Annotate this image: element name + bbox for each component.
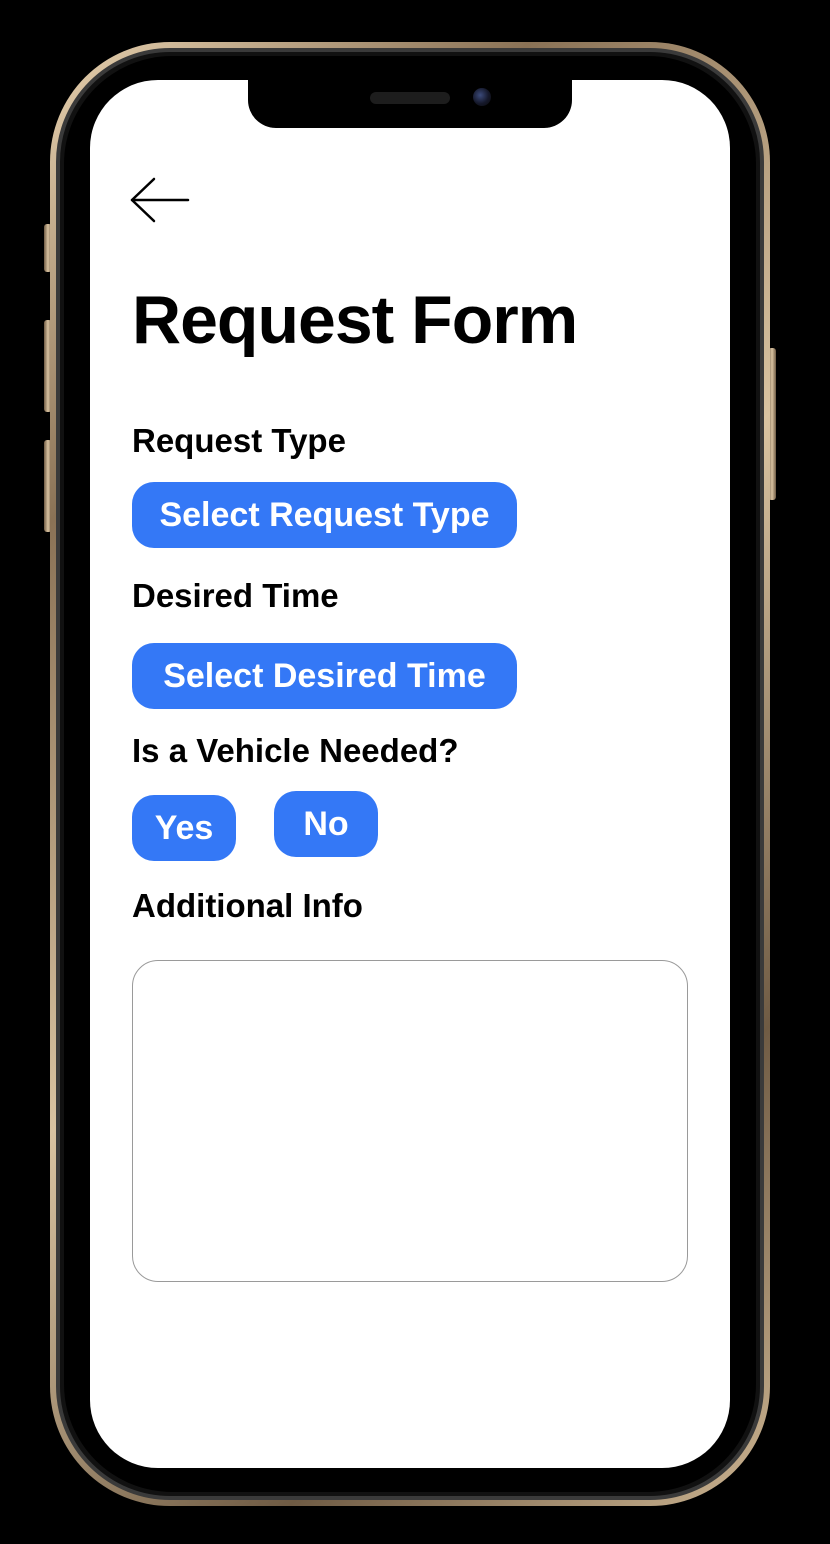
vehicle-needed-label: Is a Vehicle Needed? [132, 732, 459, 769]
vehicle-no-button[interactable]: No [274, 791, 378, 857]
request-type-label: Request Type [132, 422, 346, 459]
notch [248, 80, 572, 128]
additional-info-label: Additional Info [132, 887, 363, 924]
speaker-grille [370, 92, 450, 104]
desired-time-label: Desired Time [132, 577, 339, 614]
additional-info-textarea[interactable] [132, 960, 688, 1282]
page-title: Request Form [132, 282, 578, 358]
front-camera-icon [473, 88, 491, 106]
vehicle-yes-button[interactable]: Yes [132, 795, 236, 861]
back-button[interactable] [128, 176, 192, 224]
arrow-left-icon [130, 177, 190, 223]
stage: Request Form Request Type Select Request… [0, 0, 830, 1544]
select-request-type-button[interactable]: Select Request Type [132, 482, 517, 548]
select-desired-time-button[interactable]: Select Desired Time [132, 643, 517, 709]
